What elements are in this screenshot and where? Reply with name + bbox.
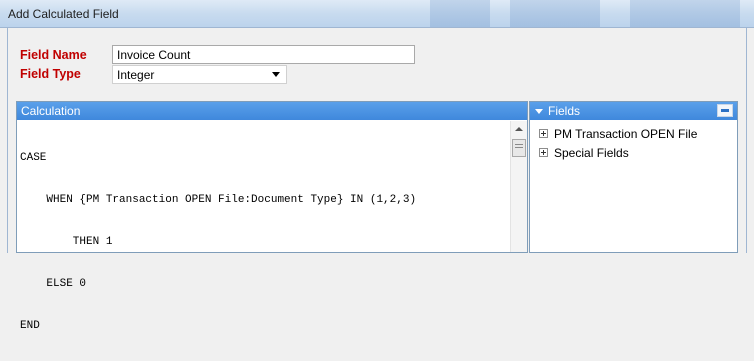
fields-header: Fields [530, 102, 737, 120]
calculation-header: Calculation [17, 102, 527, 120]
chevron-down-icon[interactable] [272, 72, 280, 77]
scroll-thumb[interactable] [512, 139, 526, 157]
window-title: Add Calculated Field [8, 7, 119, 21]
field-name-label: Field Name [20, 48, 87, 62]
field-type-select[interactable]: Integer [112, 65, 287, 84]
tree-node[interactable]: Special Fields [530, 143, 697, 162]
code-line: THEN 1 [20, 236, 113, 248]
field-type-label: Field Type [20, 67, 81, 81]
titlebar-glass [430, 0, 490, 27]
code-line: ELSE 0 [20, 278, 87, 290]
tree-node-label: PM Transaction OPEN File [554, 126, 698, 141]
chevron-down-icon[interactable] [535, 109, 543, 114]
fields-tree: PM Transaction OPEN File Special Fields [530, 124, 697, 162]
calculation-scrollbar[interactable] [510, 121, 527, 252]
calculation-panel: Calculation CASE WHEN {PM Transaction OP… [16, 101, 528, 332]
scroll-up-icon[interactable] [515, 127, 523, 131]
tree-node-label: Special Fields [554, 145, 629, 160]
calculation-editor[interactable]: CASE WHEN {PM Transaction OPEN File:Docu… [20, 123, 416, 361]
tree-node[interactable]: PM Transaction OPEN File [530, 124, 697, 143]
titlebar-glass [510, 0, 600, 27]
field-type-value: Integer [117, 68, 155, 82]
fields-header-label: Fields [548, 104, 581, 118]
code-line: WHEN {PM Transaction OPEN File:Document … [20, 194, 417, 206]
insert-field-icon[interactable] [717, 104, 733, 117]
fields-panel: Fields PM Transaction OPEN File Special … [529, 101, 738, 253]
code-line: CASE [20, 152, 47, 164]
expand-plus-icon[interactable] [539, 129, 548, 138]
titlebar-glass [630, 0, 740, 27]
title-bar: Add Calculated Field [0, 0, 754, 28]
field-name-input[interactable]: Invoice Count [112, 45, 415, 64]
expand-plus-icon[interactable] [539, 148, 548, 157]
code-line: END [20, 320, 40, 332]
